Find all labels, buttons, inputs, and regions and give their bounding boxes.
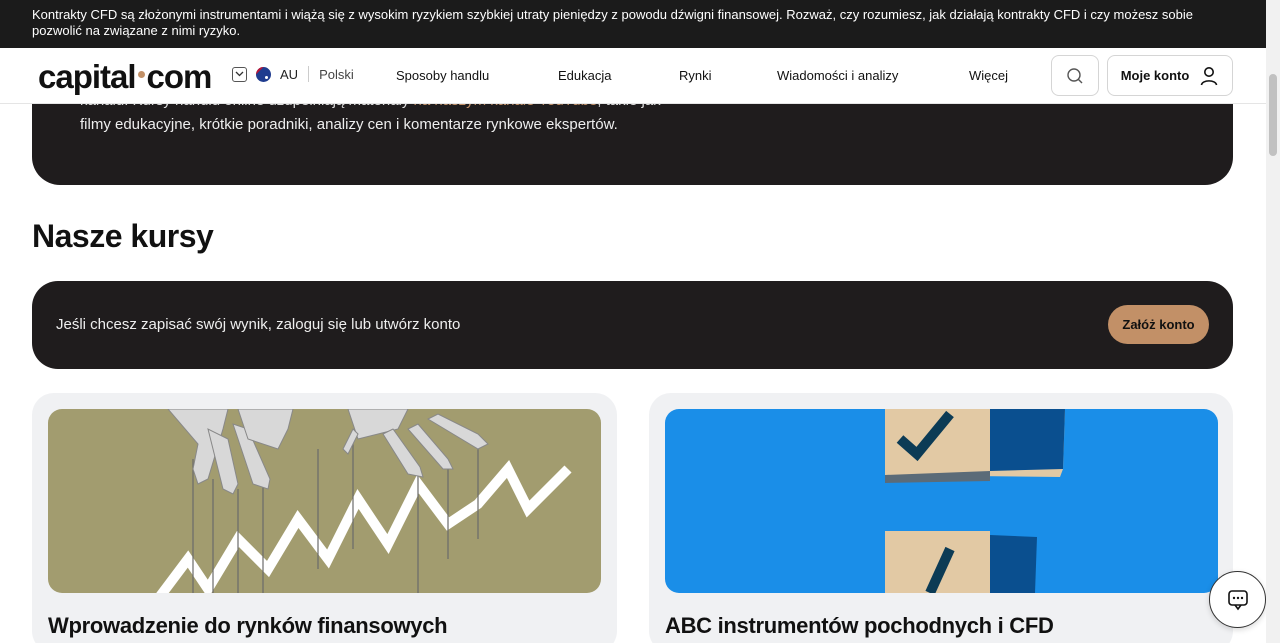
risk-warning-banner: Kontrakty CFD są złożonymi instrumentami… xyxy=(0,0,1266,48)
scrollbar-thumb[interactable] xyxy=(1269,74,1277,156)
save-progress-text: Jeśli chcesz zapisać swój wynik, zaloguj… xyxy=(56,316,461,333)
nav-item-news-analysis[interactable]: Wiadomości i analizy xyxy=(777,68,898,83)
language-label: Polski xyxy=(319,66,354,82)
create-account-button[interactable]: Załóż konto xyxy=(1108,305,1209,344)
intro-line-2: filmy edukacyjne, krótkie poradniki, ana… xyxy=(80,116,618,133)
chat-icon xyxy=(1227,589,1248,610)
search-icon xyxy=(1067,67,1083,83)
account-label: Moje konto xyxy=(1120,68,1190,83)
page-scrollbar[interactable] xyxy=(1266,0,1280,643)
course-title[interactable]: Wprowadzenie do rynków finansowych xyxy=(48,613,448,639)
region-code: AU xyxy=(280,66,299,82)
language-region-selector[interactable]: AU Polski xyxy=(232,66,354,82)
nav-item-education[interactable]: Edukacja xyxy=(558,68,611,83)
chevron-down-icon[interactable] xyxy=(232,66,247,82)
courses-heading: Nasze kursy xyxy=(32,218,214,254)
australia-flag-icon xyxy=(256,66,271,82)
logo-dot xyxy=(137,71,145,78)
user-icon xyxy=(1201,66,1218,85)
risk-warning-text: Kontrakty CFD są złożonymi instrumentami… xyxy=(32,7,1193,38)
nav-item-more[interactable]: Więcej xyxy=(969,68,1008,83)
course-card[interactable]: Wprowadzenie do rynków finansowych xyxy=(32,393,617,643)
course-card[interactable]: ABC instrumentów pochodnych i CFD xyxy=(649,393,1233,643)
course-title[interactable]: ABC instrumentów pochodnych i CFD xyxy=(665,613,1054,639)
my-account-button[interactable]: Moje konto xyxy=(1107,55,1233,96)
chat-button[interactable] xyxy=(1209,571,1266,628)
logo-text-right: com xyxy=(146,58,213,95)
capital-com-logo[interactable]: capital com xyxy=(38,58,213,96)
logo-text-left: capital xyxy=(38,58,137,95)
search-button[interactable] xyxy=(1051,55,1099,96)
course-image-checkboxes xyxy=(665,409,1218,593)
save-progress-banner: Jeśli chcesz zapisać swój wynik, zaloguj… xyxy=(32,281,1233,369)
course-image-puppet-hands xyxy=(48,409,601,593)
site-header: capital com AU Polski Sposoby handlu Eduk… xyxy=(0,48,1266,104)
nav-item-trading-methods[interactable]: Sposoby handlu xyxy=(396,68,489,83)
divider xyxy=(308,66,310,82)
nav-item-markets[interactable]: Rynki xyxy=(679,68,712,83)
